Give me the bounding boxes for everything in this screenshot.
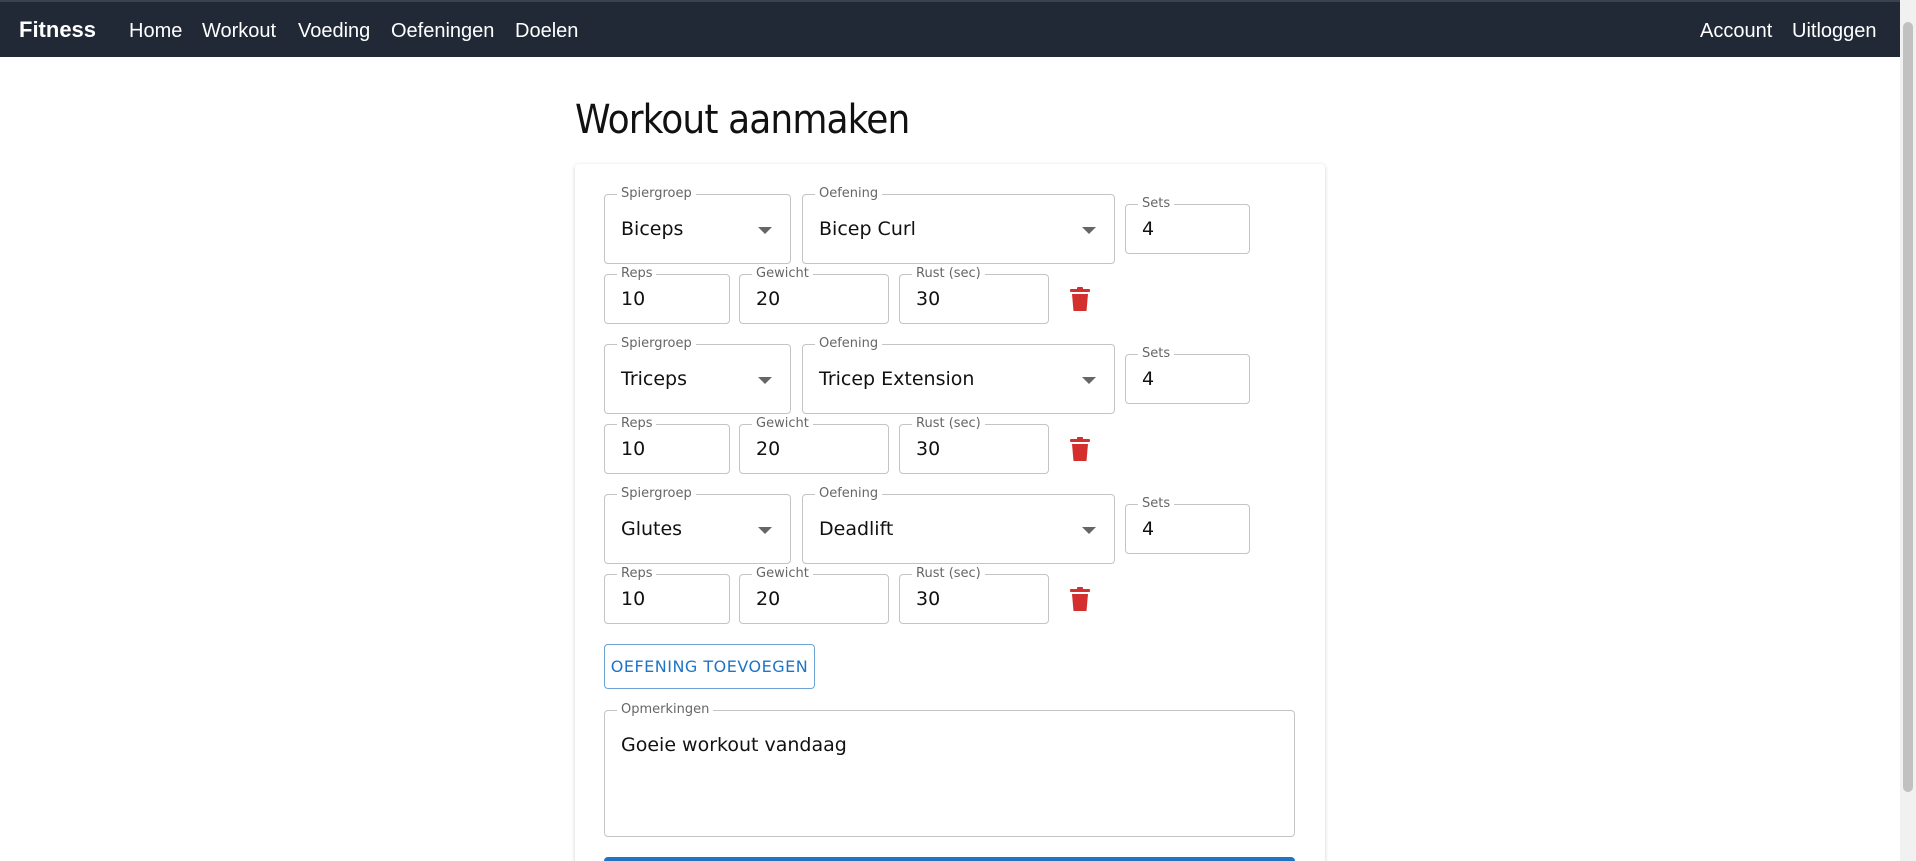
nav-link-home[interactable]: Home bbox=[129, 20, 182, 43]
exercise-label: Oefening bbox=[815, 486, 883, 502]
trash-icon[interactable] bbox=[1070, 587, 1090, 611]
exercise-value: Tricep Extension bbox=[819, 368, 975, 390]
caret-down-icon bbox=[1082, 527, 1096, 534]
caret-down-icon bbox=[758, 377, 772, 384]
reps-input[interactable]: Reps 10 bbox=[604, 416, 730, 474]
muscle-group-value: Triceps bbox=[621, 368, 687, 390]
sets-label: Sets bbox=[1138, 196, 1175, 212]
weight-value: 20 bbox=[756, 288, 781, 310]
rest-input[interactable]: Rust (sec) 30 bbox=[899, 416, 1049, 474]
sets-label: Sets bbox=[1138, 496, 1175, 512]
nav-link-doelen[interactable]: Doelen bbox=[515, 20, 578, 43]
sets-input[interactable]: Sets 4 bbox=[1125, 346, 1250, 404]
reps-input[interactable]: Reps 10 bbox=[604, 266, 730, 324]
weight-label: Gewicht bbox=[752, 266, 813, 282]
sets-value: 4 bbox=[1142, 518, 1155, 540]
trash-icon[interactable] bbox=[1070, 287, 1090, 311]
submit-button[interactable] bbox=[604, 857, 1295, 861]
exercise-select[interactable]: Oefening Bicep Curl bbox=[802, 186, 1115, 264]
reps-label: Reps bbox=[617, 266, 657, 282]
muscle-group-label: Spiergroep bbox=[617, 336, 696, 352]
weight-input[interactable]: Gewicht 20 bbox=[739, 566, 889, 624]
exercise-select[interactable]: Oefening Tricep Extension bbox=[802, 336, 1115, 414]
rest-value: 30 bbox=[916, 588, 941, 610]
weight-input[interactable]: Gewicht 20 bbox=[739, 416, 889, 474]
scrollbar-thumb[interactable] bbox=[1903, 22, 1913, 792]
sets-value: 4 bbox=[1142, 218, 1155, 240]
caret-down-icon bbox=[758, 527, 772, 534]
sets-input[interactable]: Sets 4 bbox=[1125, 496, 1250, 554]
exercise-value: Deadlift bbox=[819, 518, 894, 540]
weight-value: 20 bbox=[756, 588, 781, 610]
exercise-label: Oefening bbox=[815, 186, 883, 202]
caret-down-icon bbox=[758, 227, 772, 234]
workout-form-card: Spiergroep Biceps Oefening Bicep Curl Se… bbox=[575, 164, 1325, 861]
weight-input[interactable]: Gewicht 20 bbox=[739, 266, 889, 324]
exercise-label: Oefening bbox=[815, 336, 883, 352]
muscle-group-label: Spiergroep bbox=[617, 186, 696, 202]
nav-link-logout[interactable]: Uitloggen bbox=[1792, 20, 1877, 43]
page-scrollbar[interactable] bbox=[1900, 0, 1916, 861]
trash-icon[interactable] bbox=[1070, 437, 1090, 461]
nav-link-voeding[interactable]: Voeding bbox=[298, 20, 370, 43]
weight-label: Gewicht bbox=[752, 416, 813, 432]
muscle-group-select[interactable]: Spiergroep Glutes bbox=[604, 486, 791, 564]
nav-link-oefeningen[interactable]: Oefeningen bbox=[391, 20, 494, 43]
rest-label: Rust (sec) bbox=[912, 566, 985, 582]
muscle-group-select[interactable]: Spiergroep Triceps bbox=[604, 336, 791, 414]
rest-input[interactable]: Rust (sec) 30 bbox=[899, 266, 1049, 324]
nav-link-workout[interactable]: Workout bbox=[202, 20, 276, 43]
rest-value: 30 bbox=[916, 288, 941, 310]
rest-input[interactable]: Rust (sec) 30 bbox=[899, 566, 1049, 624]
brand-logo[interactable]: Fitness bbox=[19, 17, 96, 43]
exercise-select[interactable]: Oefening Deadlift bbox=[802, 486, 1115, 564]
caret-down-icon bbox=[1082, 377, 1096, 384]
reps-value: 10 bbox=[621, 288, 646, 310]
muscle-group-value: Glutes bbox=[621, 518, 683, 540]
sets-label: Sets bbox=[1138, 346, 1175, 362]
top-navbar: Fitness Home Workout Voeding Oefeningen … bbox=[0, 0, 1900, 57]
rest-label: Rust (sec) bbox=[912, 416, 985, 432]
rest-label: Rust (sec) bbox=[912, 266, 985, 282]
notes-label: Opmerkingen bbox=[617, 702, 714, 718]
reps-value: 10 bbox=[621, 438, 646, 460]
sets-value: 4 bbox=[1142, 368, 1155, 390]
reps-label: Reps bbox=[617, 566, 657, 582]
reps-label: Reps bbox=[617, 416, 657, 432]
muscle-group-select[interactable]: Spiergroep Biceps bbox=[604, 186, 791, 264]
reps-value: 10 bbox=[621, 588, 646, 610]
rest-value: 30 bbox=[916, 438, 941, 460]
exercise-value: Bicep Curl bbox=[819, 218, 916, 240]
muscle-group-label: Spiergroep bbox=[617, 486, 696, 502]
reps-input[interactable]: Reps 10 bbox=[604, 566, 730, 624]
add-exercise-button[interactable]: OEFENING TOEVOEGEN bbox=[604, 644, 815, 689]
notes-textarea[interactable]: Opmerkingen Goeie workout vandaag bbox=[604, 702, 1295, 837]
nav-link-account[interactable]: Account bbox=[1700, 20, 1772, 43]
sets-input[interactable]: Sets 4 bbox=[1125, 196, 1250, 254]
page-title: Workout aanmaken bbox=[575, 97, 910, 143]
weight-value: 20 bbox=[756, 438, 781, 460]
muscle-group-value: Biceps bbox=[621, 218, 684, 240]
caret-down-icon bbox=[1082, 227, 1096, 234]
weight-label: Gewicht bbox=[752, 566, 813, 582]
notes-value: Goeie workout vandaag bbox=[621, 734, 847, 756]
